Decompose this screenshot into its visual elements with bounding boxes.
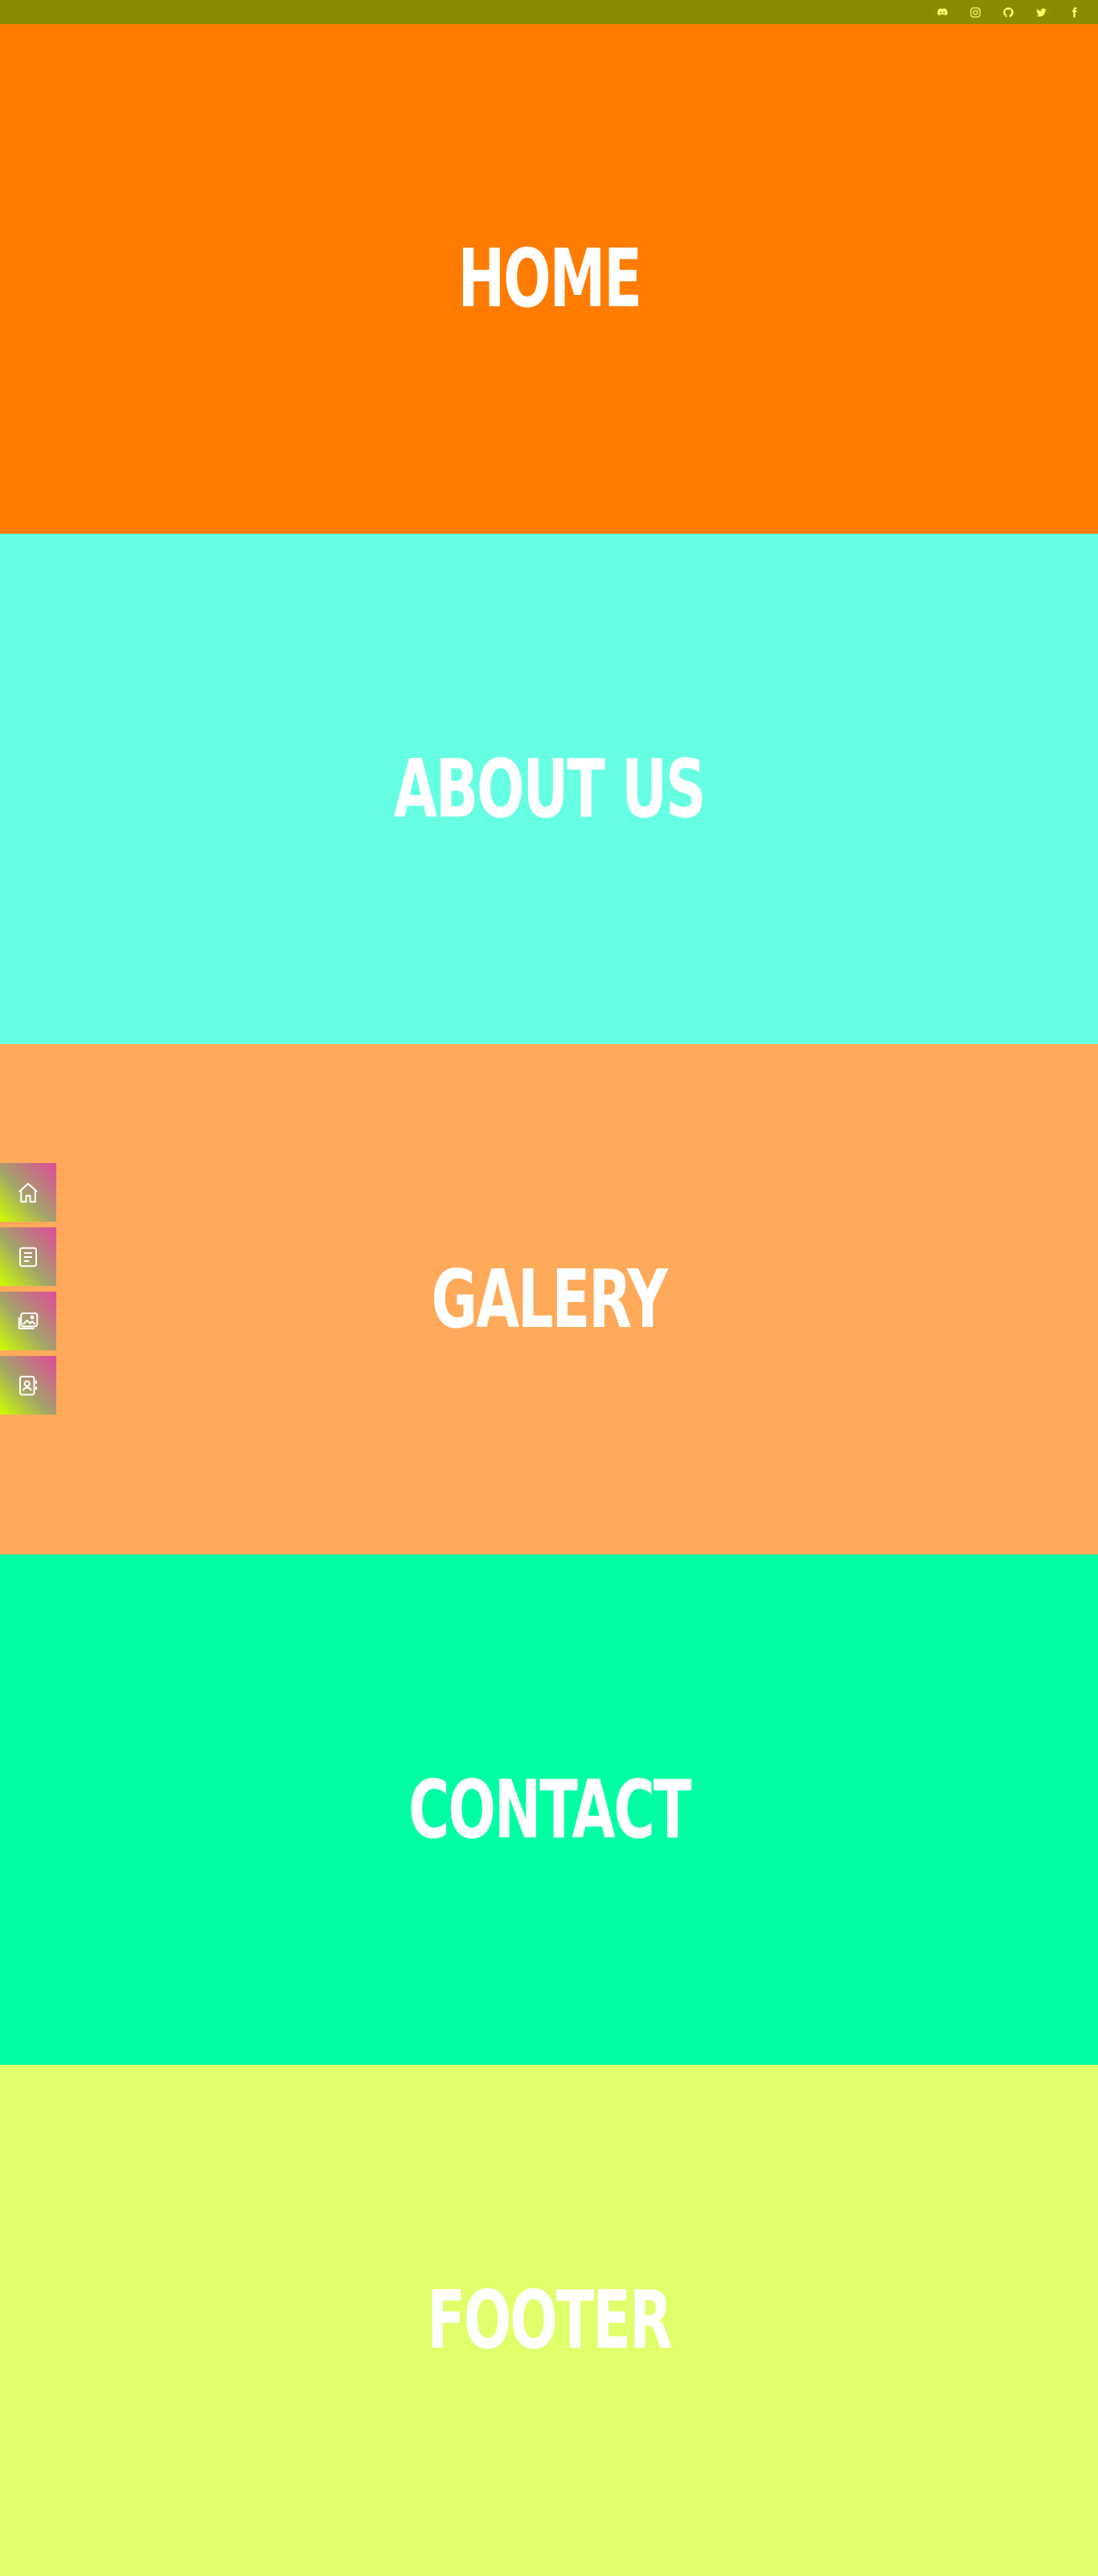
contact-title: CONTACT (408, 1762, 691, 1857)
facebook-icon[interactable] (1066, 4, 1082, 20)
about-title: ABOUT US (393, 741, 707, 836)
nav-contact-button[interactable] (0, 1356, 56, 1415)
about-section: ABOUT US (0, 534, 1098, 1044)
footer-section: FOOTER (0, 2065, 1098, 2576)
discord-icon[interactable] (934, 4, 950, 20)
document-icon (19, 1247, 37, 1267)
nav-home-button[interactable] (0, 1163, 56, 1222)
gallery-icon (18, 1312, 39, 1329)
home-icon (18, 1182, 38, 1202)
instagram-icon[interactable] (967, 4, 983, 20)
galery-title: GALERY (431, 1251, 668, 1346)
social-links (917, 0, 1098, 24)
galery-section: GALERY (0, 1044, 1098, 1554)
contact-card-icon (19, 1375, 37, 1395)
side-nav (0, 1163, 56, 1420)
top-bar (0, 0, 1098, 24)
github-icon[interactable] (1000, 4, 1016, 20)
nav-gallery-button[interactable] (0, 1292, 56, 1350)
nav-about-button[interactable] (0, 1227, 56, 1286)
contact-section: CONTACT (0, 1554, 1098, 2065)
home-title: HOME (457, 231, 641, 326)
footer-title: FOOTER (427, 2273, 673, 2367)
twitter-icon[interactable] (1033, 4, 1049, 20)
home-section: HOME (0, 24, 1098, 534)
